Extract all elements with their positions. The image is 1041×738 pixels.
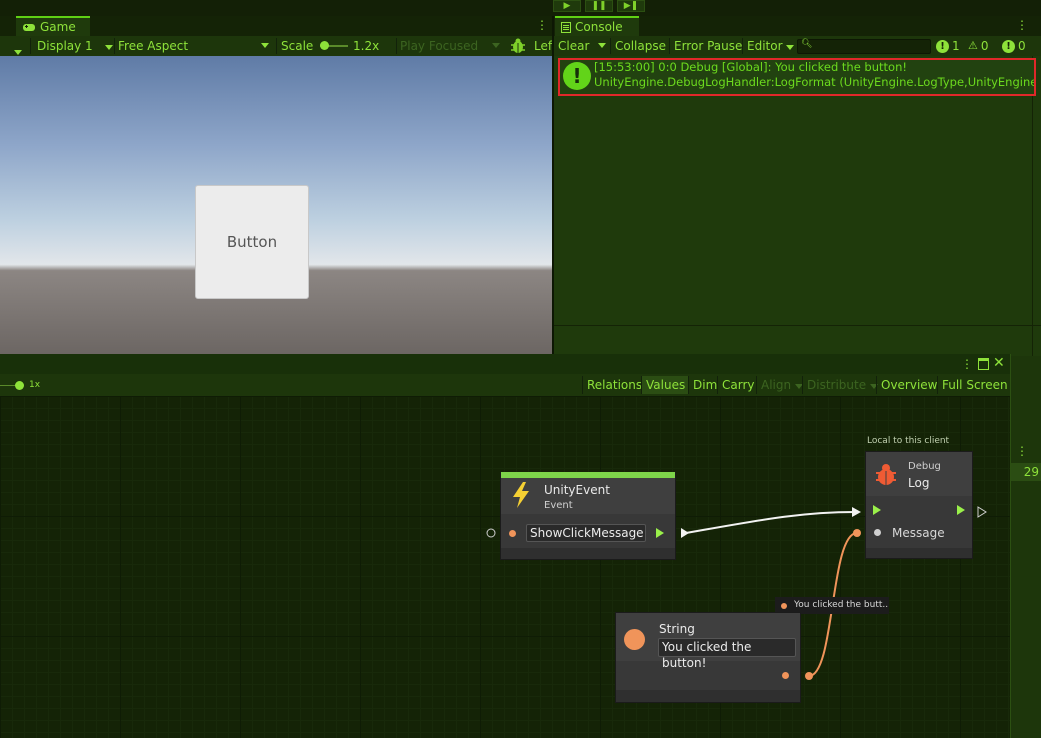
event-name-field[interactable]: ShowClickMessage bbox=[526, 524, 646, 542]
node-footer bbox=[616, 690, 800, 702]
control-input-arrow-icon[interactable] bbox=[873, 505, 881, 515]
value-port-out bbox=[805, 672, 813, 680]
control-output-icon bbox=[977, 506, 987, 518]
string-value-field[interactable]: You clicked the button! bbox=[658, 638, 796, 670]
node-footer bbox=[866, 548, 972, 558]
unity-event-subtitle: Event bbox=[544, 500, 573, 511]
event-name-port[interactable] bbox=[509, 530, 516, 537]
message-port-label: Message bbox=[892, 526, 945, 540]
bug-icon bbox=[873, 461, 899, 490]
node-footer bbox=[501, 548, 675, 559]
debug-log-subtitle: Log bbox=[908, 476, 930, 490]
message-port-dot bbox=[874, 529, 881, 536]
value-preview-dot bbox=[781, 603, 787, 609]
control-output-arrow-icon[interactable] bbox=[957, 505, 965, 515]
debug-log-title: Debug bbox=[908, 461, 941, 472]
control-output-arrow-icon[interactable] bbox=[656, 528, 664, 538]
graph-connections bbox=[486, 506, 987, 680]
event-port-icon bbox=[486, 528, 496, 538]
value-port-in bbox=[853, 529, 861, 537]
arrow-head-icon bbox=[681, 528, 689, 538]
control-flow-connection bbox=[685, 511, 857, 534]
unity-event-title: UnityEvent bbox=[544, 483, 610, 497]
string-node-title: String bbox=[659, 622, 695, 636]
string-output-port[interactable] bbox=[782, 672, 789, 679]
debug-log-caption: Local to this client bbox=[867, 436, 950, 446]
lightning-icon bbox=[510, 481, 532, 512]
string-type-icon bbox=[624, 629, 645, 650]
arrow-head-icon bbox=[852, 507, 861, 517]
